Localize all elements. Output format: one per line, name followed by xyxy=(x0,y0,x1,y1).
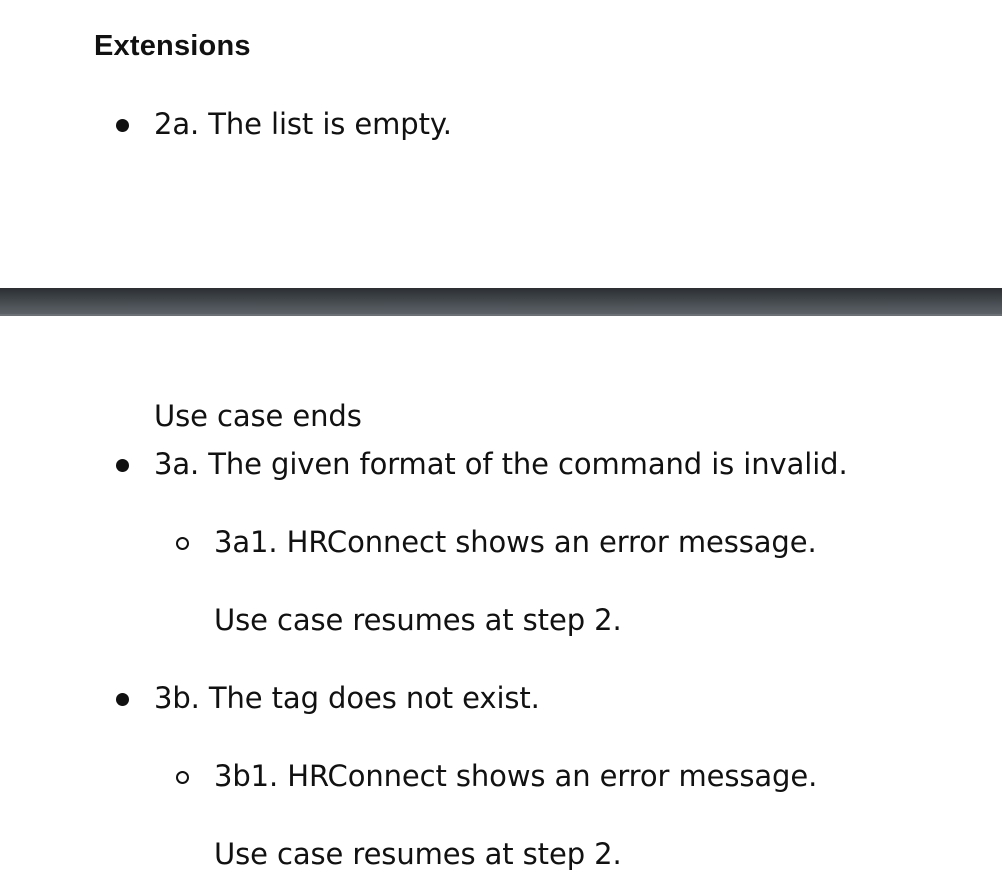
resume-note: Use case resumes at step 2. xyxy=(214,837,622,871)
bullet-disc-icon xyxy=(116,119,129,132)
bullet-disc-icon xyxy=(116,459,129,472)
list-item: 2a. The list is empty. xyxy=(154,107,452,141)
list-item: 3b. The tag does not exist. xyxy=(154,681,540,715)
bullet-circle-icon xyxy=(176,771,189,784)
page-divider xyxy=(0,288,1002,316)
bullet-disc-icon xyxy=(116,693,129,706)
section-heading: Extensions xyxy=(94,30,251,62)
list-item: 3a. The given format of the command is i… xyxy=(154,447,848,481)
resume-note: Use case resumes at step 2. xyxy=(214,603,622,637)
use-case-ends-text: Use case ends xyxy=(154,399,362,433)
sub-list-item: 3b1. HRConnect shows an error message. xyxy=(214,759,818,793)
sub-list-item: 3a1. HRConnect shows an error message. xyxy=(214,525,817,559)
bullet-circle-icon xyxy=(176,537,189,550)
